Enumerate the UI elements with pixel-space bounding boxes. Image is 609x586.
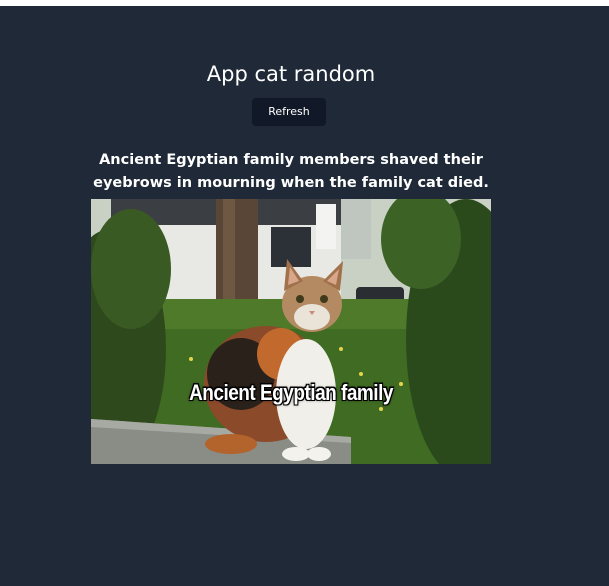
page-title: App cat random (206, 62, 376, 86)
image-caption: Ancient Egyptian family (189, 381, 393, 406)
cat-image: Ancient Egyptian family (91, 199, 491, 464)
cat-photo-illustration (91, 199, 491, 464)
app-container: App cat random Refresh Ancient Egyptian … (0, 6, 609, 586)
cat-fact-text: Ancient Egyptian family members shaved t… (93, 152, 489, 191)
refresh-button[interactable]: Refresh (252, 98, 326, 126)
